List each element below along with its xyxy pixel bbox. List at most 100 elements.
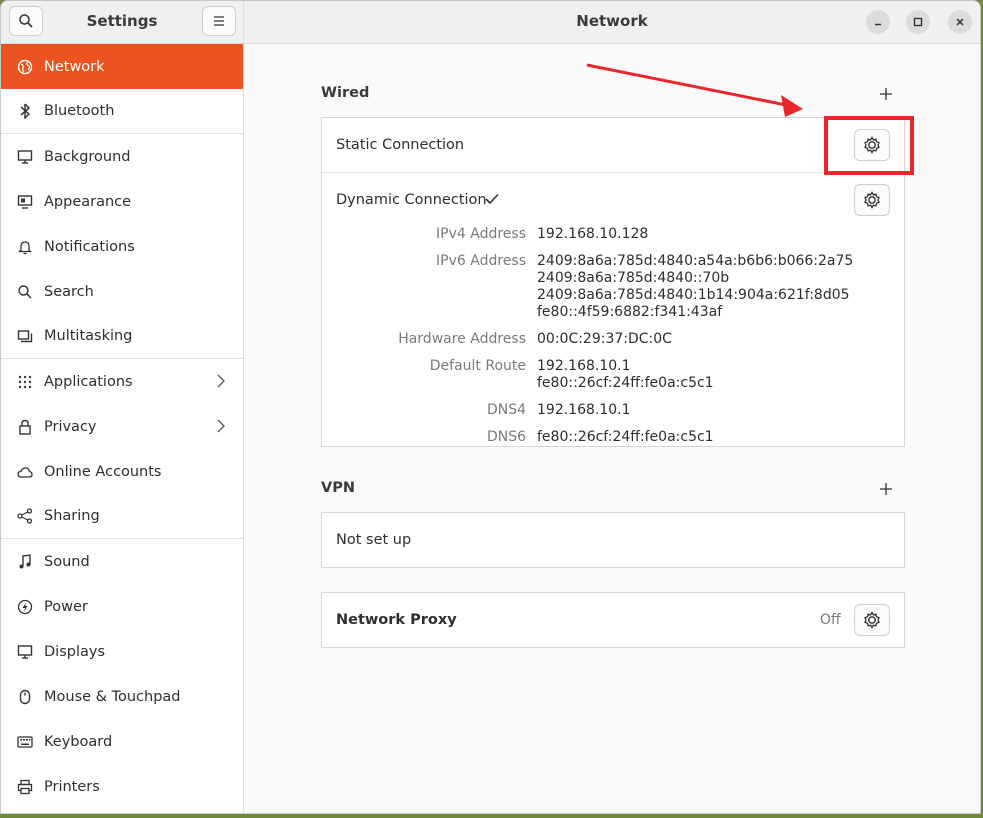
annotation-arrow (586, 63, 803, 117)
sidebar-item-label: Displays (44, 643, 106, 660)
dns6-value: fe80::26cf:24ff:fe0a:c5c1 (537, 429, 714, 445)
minimize-icon (875, 23, 881, 26)
sidebar: Settings Network Bluetooth Background Ap… (1, 1, 244, 813)
sidebar-item-power[interactable]: Power (1, 584, 243, 629)
static-connection-label: Static Connection (336, 137, 465, 153)
sidebar-item-label: Background (44, 148, 131, 165)
add-vpn-button[interactable] (878, 481, 894, 497)
network-proxy-label: Network Proxy (336, 612, 457, 628)
appearance-icon (16, 193, 34, 211)
lock-icon (16, 418, 34, 436)
sidebar-item-label: Appearance (44, 193, 132, 210)
sidebar-item-label: Online Accounts (44, 463, 162, 480)
sidebar-item-multitasking[interactable]: Multitasking (1, 314, 243, 359)
share-icon (16, 507, 34, 525)
gear-icon (864, 611, 880, 629)
maximize-icon (913, 17, 923, 27)
globe-icon (16, 58, 34, 76)
hardware-address-key: Hardware Address (398, 331, 526, 347)
sidebar-item-label: Mouse & Touchpad (44, 688, 181, 705)
sidebar-item-label: Applications (44, 373, 133, 390)
music-note-icon (16, 553, 34, 571)
dynamic-connection-settings-button[interactable] (854, 184, 890, 216)
sidebar-item-label: Keyboard (44, 733, 113, 750)
network-proxy-settings-button[interactable] (854, 604, 890, 636)
sidebar-item-label: Bluetooth (44, 103, 115, 119)
dns6-key: DNS6 (486, 429, 526, 445)
main-header: Network (244, 1, 980, 44)
sidebar-item-keyboard[interactable]: Keyboard (1, 719, 243, 764)
ipv4-key: IPv4 Address (436, 226, 526, 242)
checkmark-icon (485, 193, 499, 205)
printer-icon (16, 778, 34, 796)
sidebar-item-appearance[interactable]: Appearance (1, 179, 243, 224)
sidebar-item-label: Sharing (44, 508, 100, 524)
sidebar-item-displays[interactable]: Displays (1, 629, 243, 674)
search-icon (16, 283, 34, 301)
dynamic-connection-label: Dynamic Connection (336, 192, 487, 208)
sidebar-item-sharing[interactable]: Sharing (1, 494, 243, 539)
bluetooth-icon (16, 102, 34, 120)
ipv4-value: 192.168.10.128 (537, 226, 649, 242)
chevron-right-icon (217, 419, 225, 433)
vpn-status: Not set up (336, 532, 412, 548)
mouse-icon (16, 688, 34, 706)
sidebar-item-privacy[interactable]: Privacy (1, 404, 243, 449)
sidebar-header: Settings (1, 1, 243, 44)
cloud-icon (16, 463, 34, 481)
chevron-right-icon (217, 374, 225, 388)
sidebar-item-sound[interactable]: Sound (1, 539, 243, 584)
sidebar-item-online-accounts[interactable]: Online Accounts (1, 449, 243, 494)
bell-icon (16, 238, 34, 256)
vpn-section-title: VPN (321, 480, 355, 496)
settings-window: Settings Network Bluetooth Background Ap… (0, 0, 981, 814)
close-button[interactable] (948, 10, 972, 34)
vpn-card: Not set up (321, 512, 905, 568)
multitasking-icon (16, 327, 34, 345)
maximize-button[interactable] (906, 10, 930, 34)
sidebar-item-label: Printers (44, 778, 100, 795)
dynamic-connection-row[interactable]: Dynamic Connection IPv4 Address 192.168.… (322, 173, 904, 448)
hardware-address-value: 00:0C:29:37:DC:0C (537, 331, 672, 347)
sidebar-item-bluetooth[interactable]: Bluetooth (1, 89, 243, 134)
annotation-highlight-box (824, 116, 914, 175)
sidebar-item-label: Network (44, 58, 105, 75)
menu-button[interactable] (202, 6, 236, 36)
close-icon (956, 18, 964, 26)
sidebar-item-network[interactable]: Network (1, 44, 243, 89)
wired-card: Static Connection Dynamic Connection IPv… (321, 117, 905, 447)
sidebar-item-label: Search (44, 283, 94, 300)
dns4-key: DNS4 (486, 402, 526, 418)
sidebar-item-label: Sound (44, 553, 90, 570)
ipv6-value-3: 2409:8a6a:785d:4840:1b14:904a:621f:8d05 (537, 287, 850, 303)
sidebar-item-background[interactable]: Background (1, 134, 243, 179)
ipv6-value-2: 2409:8a6a:785d:4840::70b (537, 270, 730, 286)
sidebar-item-mouse-touchpad[interactable]: Mouse & Touchpad (1, 674, 243, 719)
sidebar-item-notifications[interactable]: Notifications (1, 224, 243, 269)
default-route-key: Default Route (429, 358, 526, 374)
gear-icon (864, 191, 880, 209)
network-proxy-row[interactable]: Network Proxy Off (321, 592, 905, 648)
display-icon (16, 643, 34, 661)
sidebar-item-label: Power (44, 598, 88, 615)
default-route-value-1: 192.168.10.1 (537, 358, 631, 374)
sidebar-item-label: Multitasking (44, 328, 133, 344)
hamburger-icon (214, 16, 224, 26)
sidebar-item-search[interactable]: Search (1, 269, 243, 314)
add-wired-button[interactable] (878, 86, 894, 102)
grid-icon (16, 373, 34, 391)
ipv6-value-4: fe80::4f59:6882:f341:43af (537, 304, 723, 320)
ipv6-key: IPv6 Address (436, 253, 526, 269)
dns4-value: 192.168.10.1 (537, 402, 631, 418)
keyboard-icon (16, 733, 34, 751)
sidebar-item-printers[interactable]: Printers (1, 764, 243, 809)
default-route-value-2: fe80::26cf:24ff:fe0a:c5c1 (537, 375, 714, 391)
sidebar-item-applications[interactable]: Applications (1, 359, 243, 404)
static-connection-row[interactable]: Static Connection (322, 118, 904, 173)
ipv6-value-1: 2409:8a6a:785d:4840:a54a:b6b6:b066:2a75 (537, 253, 854, 269)
sidebar-item-label: Privacy (44, 418, 97, 435)
monitor-icon (16, 148, 34, 166)
network-proxy-status: Off (820, 612, 841, 628)
power-icon (16, 598, 34, 616)
minimize-button[interactable] (866, 10, 890, 34)
